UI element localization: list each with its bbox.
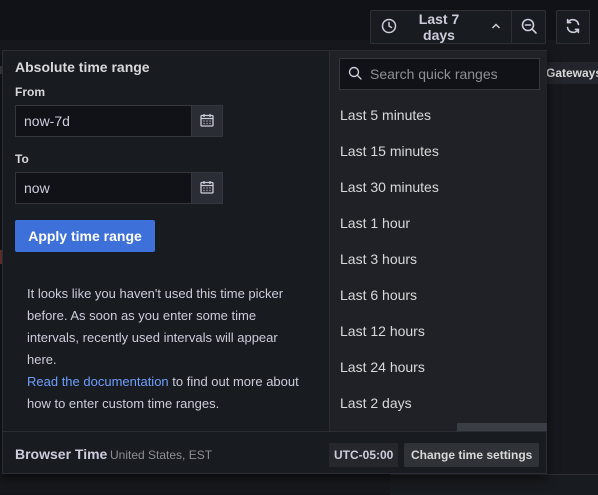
utc-offset-badge: UTC-05:00	[329, 443, 399, 467]
time-picker-dropdown: Absolute time range From now-7d To now A…	[2, 50, 547, 474]
quick-range-item[interactable]: Last 3 hours	[330, 241, 547, 277]
to-input[interactable]: now	[16, 173, 191, 203]
quick-ranges-section: Last 5 minutesLast 15 minutesLast 30 min…	[329, 51, 547, 431]
apply-time-range-button[interactable]: Apply time range	[15, 220, 155, 252]
zoom-out-icon	[520, 17, 538, 38]
search-icon	[348, 66, 362, 83]
quick-ranges-search	[339, 58, 540, 90]
quick-range-item[interactable]: Last 15 minutes	[330, 133, 547, 169]
from-input[interactable]: now-7d	[16, 106, 191, 136]
refresh-icon	[564, 17, 582, 38]
chevron-up-icon	[491, 21, 501, 33]
quick-ranges-list: Last 5 minutes Last 15 minutes Last 30 min…	[330, 97, 547, 421]
quick-range-item[interactable]: Last 5 minutes	[330, 97, 547, 133]
recent-ranges-empty-message: It looks like you haven't used this time…	[27, 283, 299, 415]
clock-icon	[381, 18, 397, 37]
quick-range-item[interactable]: Last 2 days	[330, 385, 547, 421]
refresh-button[interactable]	[556, 10, 590, 44]
background-panel-edge	[390, 474, 598, 495]
search-quick-ranges-input[interactable]	[368, 65, 532, 83]
timezone-region: United States, EST	[110, 448, 213, 462]
documentation-link[interactable]: Read the documentation	[27, 374, 169, 389]
zoom-out-button[interactable]	[512, 10, 546, 44]
from-calendar-button[interactable]	[191, 106, 222, 136]
absolute-range-title: Absolute time range	[15, 59, 150, 75]
calendar-icon	[200, 180, 214, 197]
info-text: It looks like you haven't used this time…	[27, 286, 284, 367]
time-range-label: Last 7 days	[418, 11, 460, 43]
quick-ranges-scrollbar[interactable]	[457, 423, 547, 431]
quick-range-item[interactable]: Last 6 hours	[330, 277, 547, 313]
timezone-name: Browser Time	[15, 446, 108, 462]
timezone-footer: Browser Time United States, EST UTC-05:0…	[3, 431, 546, 473]
gateways-panel-header: Gateways	[540, 62, 598, 84]
time-range-button[interactable]: Last 7 days	[370, 10, 512, 44]
from-field: now-7d	[15, 105, 223, 137]
absolute-range-section: Absolute time range From now-7d To now A…	[3, 51, 329, 431]
quick-range-item[interactable]: Last 30 minutes	[330, 169, 547, 205]
calendar-icon	[200, 113, 214, 130]
change-time-settings-button[interactable]: Change time settings	[404, 443, 540, 467]
quick-range-item[interactable]: Last 24 hours	[330, 349, 547, 385]
to-calendar-button[interactable]	[191, 173, 222, 203]
from-label: From	[15, 85, 45, 99]
time-controls: Last 7 days	[370, 10, 590, 46]
to-field: now	[15, 172, 223, 204]
to-label: To	[15, 152, 29, 166]
quick-range-item[interactable]: Last 1 hour	[330, 205, 547, 241]
quick-range-item[interactable]: Last 12 hours	[330, 313, 547, 349]
